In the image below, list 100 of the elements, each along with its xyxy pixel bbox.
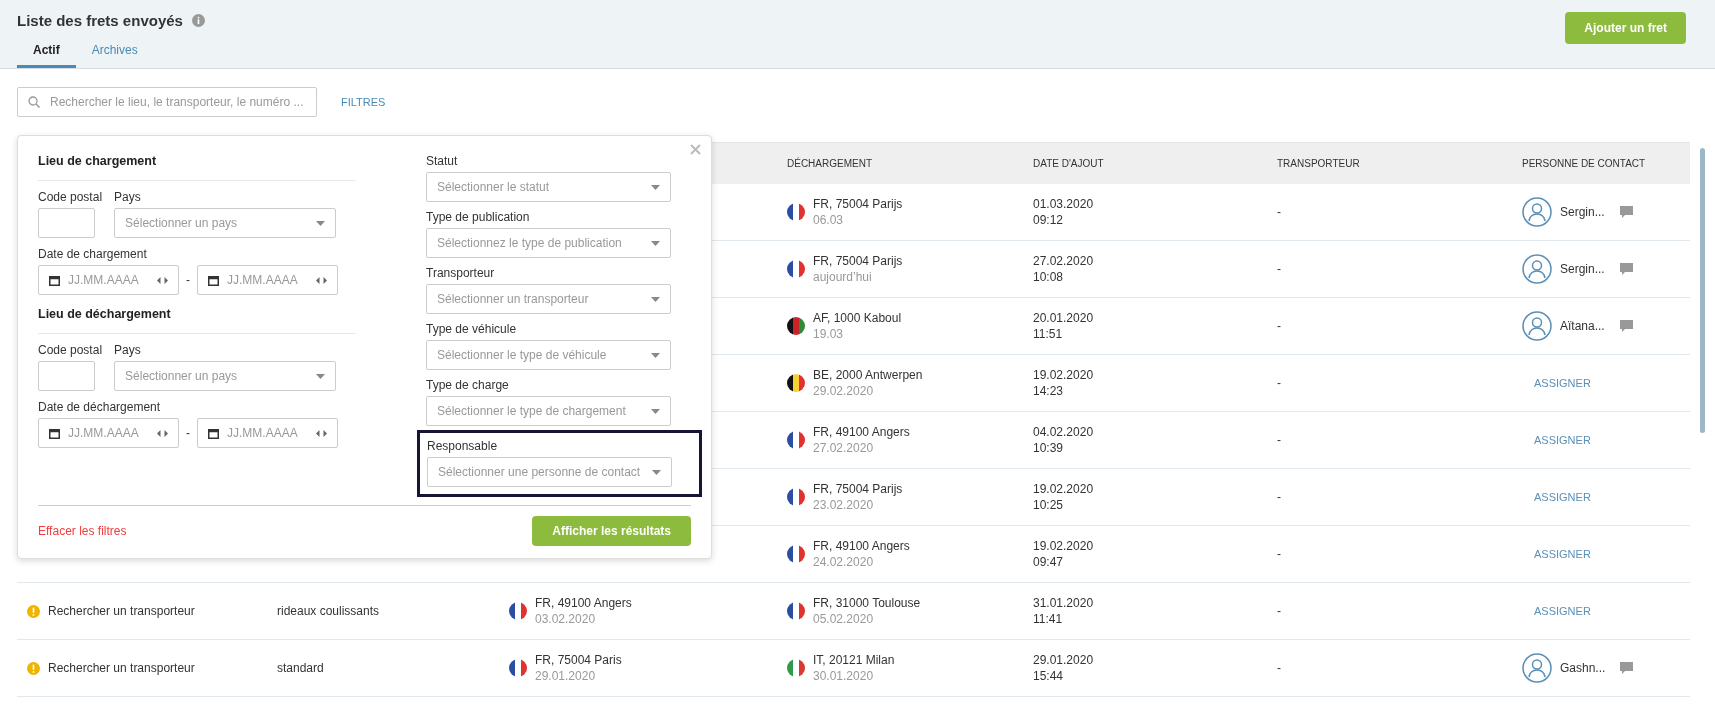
scrollbar[interactable] — [1700, 148, 1705, 433]
warning-icon — [27, 661, 40, 675]
added-time-text: 09:47 — [1033, 555, 1065, 569]
flag-icon — [787, 374, 805, 392]
arrows-icon[interactable] — [316, 276, 327, 284]
date-text: 06.03 — [813, 213, 845, 227]
postal-code-field[interactable] — [38, 361, 95, 391]
chat-icon[interactable] — [1618, 205, 1634, 219]
date-text: 19.03 — [813, 327, 845, 341]
avatar-icon — [1522, 311, 1552, 341]
date-field[interactable]: JJ.MM.AAAA — [38, 418, 179, 448]
tab[interactable]: Archives — [75, 43, 154, 68]
section-title: Lieu de chargement — [38, 154, 356, 181]
added-time-text: 15:44 — [1033, 669, 1065, 683]
place-text: FR, 49100 Angers — [813, 539, 910, 553]
added-time-text: 10:39 — [1033, 441, 1065, 455]
caret-icon — [651, 352, 660, 358]
added-date-text: 27.02.2020 — [1033, 254, 1095, 268]
field-label: Transporteur — [426, 266, 496, 280]
country-select[interactable]: Sélectionner un pays — [114, 361, 337, 391]
field-label: Pays — [114, 190, 142, 204]
assign-link[interactable]: ASSIGNER — [1534, 491, 1591, 503]
calendar-icon — [49, 274, 60, 286]
assign-link[interactable]: ASSIGNER — [1534, 605, 1591, 617]
date-text: 03.02.2020 — [535, 612, 597, 626]
chat-icon[interactable] — [1618, 319, 1634, 333]
carrier-text: - — [1277, 490, 1281, 504]
field-label: Responsable — [427, 439, 499, 453]
show-results-button[interactable]: Afficher les résultats — [532, 516, 691, 546]
date-field[interactable]: JJ.MM.AAAA — [197, 418, 338, 448]
carrier-text: - — [1277, 604, 1281, 618]
clear-filters-link[interactable]: Effacer les filtres — [38, 524, 127, 538]
arrows-icon[interactable] — [157, 276, 168, 284]
added-date-text: 19.02.2020 — [1033, 539, 1095, 553]
date-text: 29.01.2020 — [535, 669, 597, 683]
carrier-text: - — [1277, 661, 1281, 675]
select-field[interactable]: Sélectionner le type de chargement — [426, 396, 671, 426]
carrier-text: - — [1277, 433, 1281, 447]
assign-link[interactable]: ASSIGNER — [1534, 434, 1591, 446]
column-header: DATE D'AJOUT — [1033, 158, 1105, 169]
select-field[interactable]: Sélectionner une personne de contact — [427, 457, 672, 487]
flag-icon — [787, 659, 805, 677]
add-freight-button[interactable]: Ajouter un fret — [1565, 12, 1686, 44]
date-text: 24.02.2020 — [813, 555, 875, 569]
avatar-icon — [1522, 653, 1552, 683]
filters-link[interactable]: FILTRES — [341, 96, 386, 108]
assign-link[interactable]: ASSIGNER — [1534, 548, 1591, 560]
caret-icon — [316, 373, 326, 379]
carrier-text: - — [1277, 319, 1281, 333]
date-text: 23.02.2020 — [813, 498, 875, 512]
select-field[interactable]: Sélectionner un transporteur — [426, 284, 671, 314]
added-date-text: 19.02.2020 — [1033, 482, 1095, 496]
added-date-text: 20.01.2020 — [1033, 311, 1095, 325]
field-label: Type de publication — [426, 210, 531, 224]
vehicle-type-text: standard — [277, 661, 324, 675]
field-label: Code postal — [38, 190, 103, 204]
added-date-text: 01.03.2020 — [1033, 197, 1095, 211]
date-field[interactable]: JJ.MM.AAAA — [197, 265, 338, 295]
avatar-icon — [1522, 197, 1552, 227]
field-label: Date de chargement — [38, 247, 148, 261]
place-text: FR, 49100 Angers — [535, 596, 632, 610]
postal-code-field[interactable] — [38, 208, 95, 238]
chat-icon[interactable] — [1618, 262, 1634, 276]
assign-link[interactable]: ASSIGNER — [1534, 377, 1591, 389]
contact-name: Sergin... — [1560, 262, 1605, 276]
flag-icon — [787, 431, 805, 449]
arrows-icon[interactable] — [157, 429, 168, 437]
added-time-text: 11:41 — [1033, 612, 1064, 626]
select-field[interactable]: Sélectionner le statut — [426, 172, 671, 202]
flag-icon — [787, 488, 805, 506]
arrows-icon[interactable] — [316, 429, 327, 437]
search-input[interactable]: Rechercher le lieu, le transporteur, le numéro ... — [48, 94, 306, 110]
search-field[interactable]: Rechercher le lieu, le transporteur, le numéro ... — [17, 87, 317, 117]
status-text: Rechercher un transporteur — [48, 661, 195, 675]
field-label: Statut — [426, 154, 459, 168]
info-icon[interactable] — [191, 14, 205, 27]
calendar-icon — [208, 274, 219, 286]
field-label: Date de déchargement — [38, 400, 162, 414]
place-text: FR, 75004 Parijs — [813, 254, 903, 268]
added-date-text: 04.02.2020 — [1033, 425, 1095, 439]
status-text: Rechercher un transporteur — [48, 604, 195, 618]
field-label: Pays — [114, 343, 142, 357]
date-text: 29.02.2020 — [813, 384, 875, 398]
country-select[interactable]: Sélectionner un pays — [114, 208, 337, 238]
place-text: FR, 75004 Paris — [535, 653, 622, 667]
chat-icon[interactable] — [1619, 661, 1635, 675]
select-field[interactable]: Sélectionner le type de véhicule — [426, 340, 671, 370]
close-button[interactable] — [690, 144, 701, 155]
date-separator: - — [186, 426, 190, 440]
place-text: FR, 75004 Parijs — [813, 197, 903, 211]
calendar-icon — [208, 427, 219, 439]
tab[interactable]: Actif — [17, 43, 76, 68]
column-header: PERSONNE DE CONTACT — [1522, 158, 1647, 169]
select-field[interactable]: Sélectionnez le type de publication — [426, 228, 671, 258]
date-field[interactable]: JJ.MM.AAAA — [38, 265, 179, 295]
contact-name: Gashn... — [1560, 661, 1606, 675]
added-date-text: 19.02.2020 — [1033, 368, 1095, 382]
warning-icon — [27, 604, 40, 618]
added-date-text: 29.01.2020 — [1033, 653, 1095, 667]
contact-name: Aïtana... — [1560, 319, 1605, 333]
